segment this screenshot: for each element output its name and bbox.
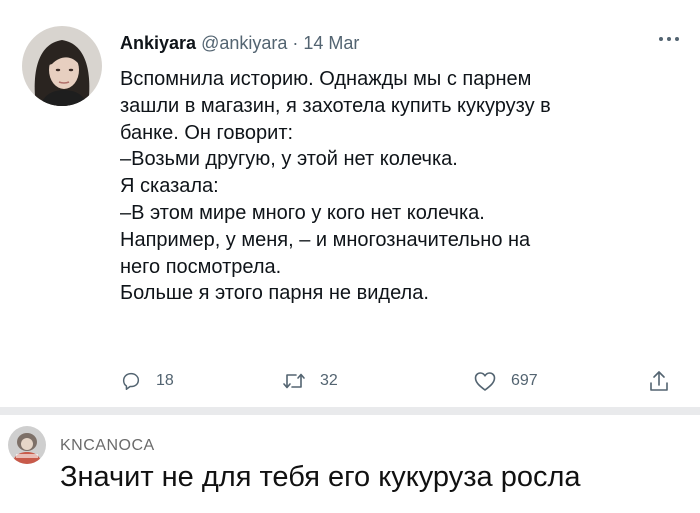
share-button[interactable] [648,368,670,394]
commenter-name[interactable]: KNCANOCA [60,437,155,455]
tweet-text-line: зашли в магазин, я захотела купить кукур… [120,94,551,117]
tweet-text-line: Вспомнила историю. Однажды мы с парнем [120,68,532,90]
heart-icon [473,370,497,392]
tweet-card[interactable]: Ankiyara @ankiyara · 14 Mar Вспомнила ис… [0,0,700,407]
comment-text: Значит не для тебя его кукуруза росла [60,461,581,493]
tweet-text-line: него посмотрела. [120,255,282,278]
tweet-text-line: Я сказала: [120,175,219,198]
more-horizontal-icon[interactable] [656,30,682,48]
tweet-text: Вспомнила историю. Однажды мы с парнем з… [120,66,680,307]
tweet-text-line: –В этом мире много у кого нет колечка. [120,201,485,224]
tweet-text-line: Например, у меня, – и многозначительно н… [120,228,531,251]
section-divider [0,407,700,415]
like-count: 697 [511,372,538,389]
author-handle[interactable]: @ankiyara [201,33,287,53]
tweet-text-line: банке. Он говорит: [120,121,294,144]
tweet-text-line: Больше я этого парня не видела. [120,282,429,305]
tweet-text-line: –Возьми другую, у этой нет колечка. [120,148,458,171]
reply-count: 18 [156,372,174,389]
tweet-actions-bar: 18 32 697 [120,368,690,394]
retweet-icon [282,370,306,392]
commenter-avatar[interactable] [8,426,46,464]
author-avatar-image [22,26,102,106]
author-avatar[interactable] [22,26,102,106]
tweet-header: Ankiyara @ankiyara · 14 Mar [120,32,359,54]
share-icon [648,369,670,393]
commenter-avatar-image [8,426,46,464]
like-button[interactable]: 697 [473,368,538,394]
reply-button[interactable]: 18 [120,368,174,394]
author-name[interactable]: Ankiyara [120,33,196,53]
retweet-count: 32 [320,372,338,389]
tweet-date[interactable]: 14 Mar [303,33,359,53]
comment-card: KNCANOCA Значит не для тебя его кукуруза… [0,415,700,513]
retweet-button[interactable]: 32 [282,368,338,394]
header-separator: · [292,33,299,53]
screenshot-page: Ankiyara @ankiyara · 14 Mar Вспомнила ис… [0,0,700,513]
reply-bubble-icon [120,370,142,392]
